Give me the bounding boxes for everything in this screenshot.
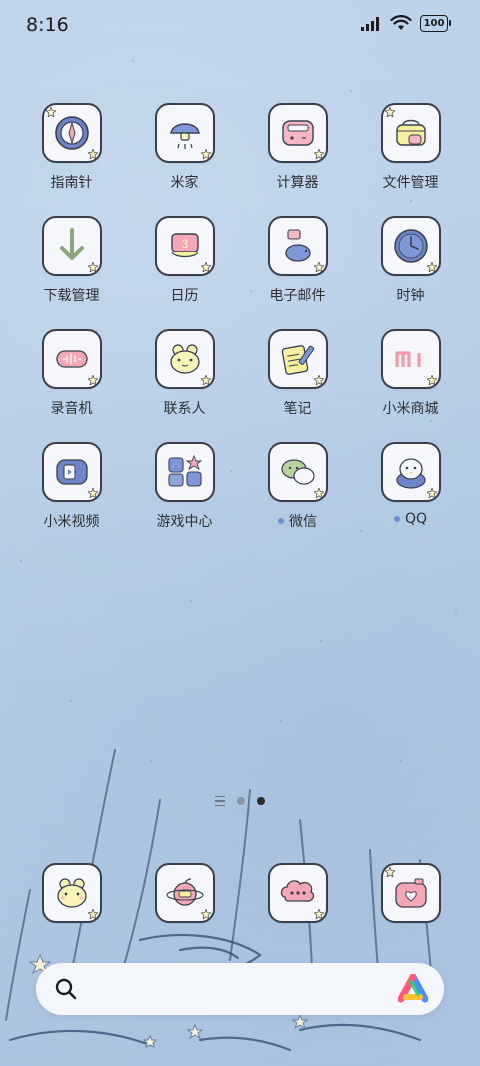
app-label: 时钟	[396, 288, 425, 304]
mi-store-icon	[380, 329, 441, 389]
app-label: 联系人	[163, 401, 206, 417]
app-email[interactable]: 电子邮件	[241, 216, 354, 329]
app-calculator[interactable]: 计算器	[241, 103, 354, 216]
app-download-manager[interactable]: 下载管理	[15, 216, 128, 329]
calendar-day: 3	[181, 237, 188, 251]
compass-icon	[41, 103, 102, 163]
wifi-icon	[390, 15, 412, 30]
app-wechat[interactable]: 微信	[241, 442, 354, 555]
page-dot-active[interactable]	[257, 797, 265, 805]
signal-icon	[361, 16, 379, 31]
app-recorder[interactable]: 录音机	[15, 329, 128, 442]
video-player-icon	[41, 442, 102, 502]
app-label: 小米商城	[382, 401, 439, 417]
mail-piggy-icon	[267, 216, 328, 276]
app-label: 日历	[170, 288, 199, 304]
assistant-logo-icon[interactable]	[398, 974, 428, 1004]
app-mi-store[interactable]: 小米商城	[354, 329, 467, 442]
search-icon	[55, 978, 77, 1000]
qq-penguin-icon	[380, 442, 441, 502]
app-label: 米家	[170, 175, 199, 191]
status-bar: 8:16 100	[0, 0, 480, 50]
page-indicator[interactable]	[0, 796, 480, 806]
search-bar[interactable]	[36, 963, 444, 1015]
calendar-cake-icon: 3	[154, 216, 215, 276]
app-grid: 指南针 米家 计算器 文件管理 下载管理 3 日历 电子邮件 时钟 录音机 联系…	[15, 103, 465, 555]
app-label: 下载管理	[43, 288, 100, 304]
app-label: 录音机	[50, 401, 93, 417]
status-time: 8:16	[26, 14, 69, 36]
app-file-manager[interactable]: 文件管理	[354, 103, 467, 216]
recorder-icon	[41, 329, 102, 389]
app-game-center[interactable]: 游戏中心	[128, 442, 241, 555]
app-label: 小米视频	[43, 514, 100, 530]
wechat-icon	[267, 442, 328, 502]
battery-icon: 100	[420, 15, 451, 32]
game-puzzle-icon	[154, 442, 215, 502]
cloud-message-icon	[267, 863, 328, 923]
app-calendar[interactable]: 3 日历	[128, 216, 241, 329]
apple-planet-icon	[154, 863, 215, 923]
download-arrow-icon	[41, 216, 102, 276]
notification-dot	[393, 516, 400, 522]
app-contacts[interactable]: 联系人	[128, 329, 241, 442]
app-label: 计算器	[276, 175, 319, 191]
frog-contact-icon	[154, 329, 215, 389]
clock-icon	[380, 216, 441, 276]
mushroom-lamp-icon	[154, 103, 215, 163]
app-notes[interactable]: 笔记	[241, 329, 354, 442]
status-icons: 100	[360, 15, 451, 32]
folder-bag-icon	[380, 103, 441, 163]
notification-dot	[278, 518, 284, 524]
dock-app-messages[interactable]	[241, 863, 354, 923]
app-label: 笔记	[283, 401, 312, 417]
note-pencil-icon	[267, 329, 328, 389]
app-qq[interactable]: QQ	[354, 442, 467, 555]
app-drawer-icon[interactable]	[215, 796, 225, 806]
frog-phone-icon	[41, 863, 102, 923]
dock-app-phone[interactable]	[15, 863, 128, 923]
app-label: 文件管理	[382, 175, 439, 191]
app-compass[interactable]: 指南针	[15, 103, 128, 216]
app-label: 指南针	[50, 175, 93, 191]
dock-app-camera[interactable]	[354, 863, 467, 923]
heart-camera-icon	[380, 863, 441, 923]
app-mijia[interactable]: 米家	[128, 103, 241, 216]
app-mi-video[interactable]: 小米视频	[15, 442, 128, 555]
app-label: 游戏中心	[156, 514, 213, 530]
dock	[15, 863, 467, 923]
app-label: 微信	[278, 511, 317, 531]
app-clock[interactable]: 时钟	[354, 216, 467, 329]
app-label: QQ	[393, 511, 427, 527]
app-label: 电子邮件	[269, 288, 326, 304]
page-dot[interactable]	[237, 797, 245, 805]
calculator-icon	[267, 103, 328, 163]
dock-app-browser[interactable]	[128, 863, 241, 923]
